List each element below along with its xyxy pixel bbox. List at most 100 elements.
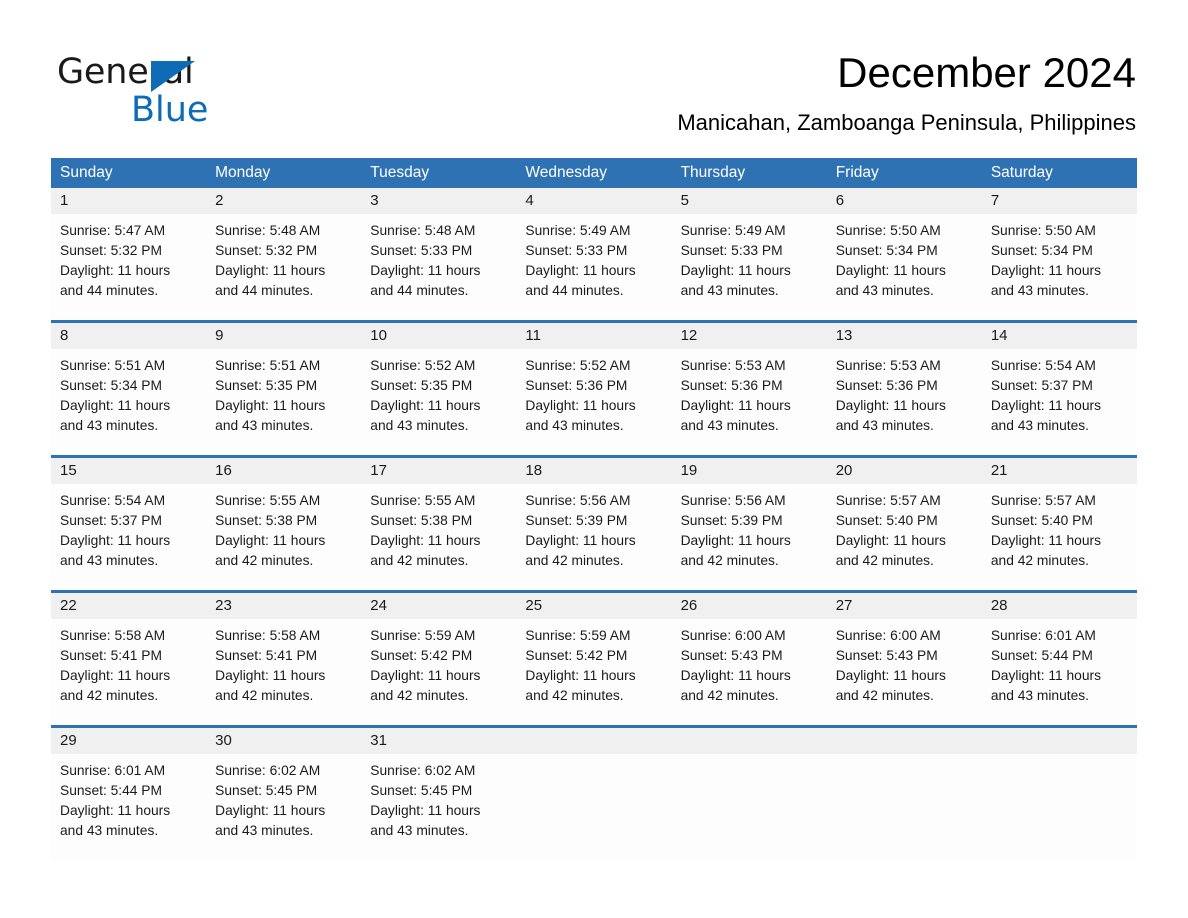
day-cell-31[interactable]: Sunrise: 6:02 AM Sunset: 5:45 PM Daylight:… — [361, 754, 516, 860]
day-cell-11[interactable]: Sunrise: 5:52 AM Sunset: 5:36 PM Daylight:… — [516, 349, 671, 455]
day-cell-24[interactable]: Sunrise: 5:59 AM Sunset: 5:42 PM Daylight:… — [361, 619, 516, 725]
day-cell-14[interactable]: Sunrise: 5:54 AM Sunset: 5:37 PM Daylight:… — [982, 349, 1137, 455]
day-number-2[interactable]: 2 — [206, 188, 361, 214]
title-block: December 2024 Manicahan, Zamboanga Penin… — [677, 48, 1136, 136]
day-cell-6[interactable]: Sunrise: 5:50 AM Sunset: 5:34 PM Daylight:… — [827, 214, 982, 320]
daylight-text-line2: and 42 minutes. — [370, 688, 469, 703]
sunrise-text: Sunrise: 5:57 AM — [835, 493, 941, 508]
day-cell-20[interactable]: Sunrise: 5:57 AM Sunset: 5:40 PM Daylight:… — [827, 484, 982, 590]
day-number-12[interactable]: 12 — [672, 323, 827, 349]
day-number-10[interactable]: 10 — [361, 323, 516, 349]
day-cell-9[interactable]: Sunrise: 5:51 AM Sunset: 5:35 PM Daylight:… — [206, 349, 361, 455]
day-content-band: Sunrise: 5:54 AM Sunset: 5:37 PM Daylight:… — [51, 484, 1137, 590]
day-cell-25[interactable]: Sunrise: 5:59 AM Sunset: 5:42 PM Daylight:… — [516, 619, 671, 725]
day-cell-16[interactable]: Sunrise: 5:55 AM Sunset: 5:38 PM Daylight:… — [206, 484, 361, 590]
day-number-11[interactable]: 11 — [516, 323, 671, 349]
page-subtitle: Manicahan, Zamboanga Peninsula, Philippi… — [677, 110, 1136, 135]
daylight-text-line1: Daylight: 11 hours — [60, 533, 171, 548]
weekday-header-sunday: Sunday — [60, 164, 113, 181]
day-number-24[interactable]: 24 — [361, 593, 516, 619]
day-number-23[interactable]: 23 — [206, 593, 361, 619]
day-cell-29[interactable]: Sunrise: 6:01 AM Sunset: 5:44 PM Daylight:… — [51, 754, 206, 860]
day-cell-19[interactable]: Sunrise: 5:56 AM Sunset: 5:39 PM Daylight:… — [672, 484, 827, 590]
daylight-text-line1: Daylight: 11 hours — [680, 533, 791, 548]
day-number-29[interactable]: 29 — [51, 728, 206, 754]
day-cell-22[interactable]: Sunrise: 5:58 AM Sunset: 5:41 PM Daylight:… — [51, 619, 206, 725]
day-cell-30[interactable]: Sunrise: 6:02 AM Sunset: 5:45 PM Daylight:… — [206, 754, 361, 860]
weekday-header-saturday: Saturday — [990, 164, 1053, 181]
daylight-text-line2: and 43 minutes. — [370, 823, 469, 838]
day-number-16[interactable]: 16 — [206, 458, 361, 484]
page-header: General Blue December 2024 Manicahan, Za… — [0, 0, 1188, 148]
day-number-8[interactable]: 8 — [51, 323, 206, 349]
daylight-text-line2: and 42 minutes. — [60, 688, 159, 703]
sunrise-text: Sunrise: 5:48 AM — [215, 223, 321, 238]
day-cell-8[interactable]: Sunrise: 5:51 AM Sunset: 5:34 PM Daylight:… — [51, 349, 206, 455]
daylight-text-line2: and 42 minutes. — [680, 553, 779, 568]
day-number-5[interactable]: 5 — [672, 188, 827, 214]
day-cell-7[interactable]: Sunrise: 5:50 AM Sunset: 5:34 PM Daylight:… — [982, 214, 1137, 320]
sunrise-text: Sunrise: 5:58 AM — [215, 628, 321, 643]
day-number-21[interactable]: 21 — [982, 458, 1137, 484]
day-number-18[interactable]: 18 — [516, 458, 671, 484]
sunrise-text: Sunrise: 5:47 AM — [60, 223, 166, 238]
day-number-20[interactable]: 20 — [827, 458, 982, 484]
day-cell-10[interactable]: Sunrise: 5:52 AM Sunset: 5:35 PM Daylight:… — [361, 349, 516, 455]
sunrise-text: Sunrise: 5:49 AM — [680, 223, 786, 238]
daylight-text-line1: Daylight: 11 hours — [525, 668, 636, 683]
day-number-empty — [672, 728, 827, 754]
day-number-27[interactable]: 27 — [827, 593, 982, 619]
sunrise-text: Sunrise: 5:51 AM — [60, 358, 166, 373]
day-number-9[interactable]: 9 — [206, 323, 361, 349]
day-cell-18[interactable]: Sunrise: 5:56 AM Sunset: 5:39 PM Daylight:… — [516, 484, 671, 590]
day-number-7[interactable]: 7 — [982, 188, 1137, 214]
day-number-14[interactable]: 14 — [982, 323, 1137, 349]
day-number-band: 8 9 10 11 12 13 14 — [51, 323, 1137, 349]
daylight-text-line2: and 43 minutes. — [60, 418, 159, 433]
day-cell-23[interactable]: Sunrise: 5:58 AM Sunset: 5:41 PM Daylight:… — [206, 619, 361, 725]
day-cell-4[interactable]: Sunrise: 5:49 AM Sunset: 5:33 PM Daylight:… — [516, 214, 671, 320]
day-cell-3[interactable]: Sunrise: 5:48 AM Sunset: 5:33 PM Daylight:… — [361, 214, 516, 320]
sunset-text: Sunset: 5:34 PM — [60, 378, 163, 393]
daylight-text-line2: and 43 minutes. — [215, 418, 314, 433]
daylight-text-line1: Daylight: 11 hours — [835, 533, 946, 548]
sunset-text: Sunset: 5:36 PM — [525, 378, 628, 393]
day-number-25[interactable]: 25 — [516, 593, 671, 619]
calendar-week-row: 1 2 3 4 5 6 7 Sunrise: 5:47 AM Sunset: 5:32 PM Da… — [51, 188, 1137, 320]
day-number-31[interactable]: 31 — [361, 728, 516, 754]
daylight-text-line2: and 43 minutes. — [990, 688, 1090, 703]
sunset-text: Sunset: 5:44 PM — [60, 783, 163, 798]
day-number-empty — [516, 728, 671, 754]
day-number-22[interactable]: 22 — [51, 593, 206, 619]
sunset-text: Sunset: 5:36 PM — [680, 378, 783, 393]
daylight-text-line1: Daylight: 11 hours — [835, 668, 946, 683]
day-number-26[interactable]: 26 — [672, 593, 827, 619]
sunset-text: Sunset: 5:40 PM — [990, 513, 1093, 528]
day-cell-15[interactable]: Sunrise: 5:54 AM Sunset: 5:37 PM Daylight:… — [51, 484, 206, 590]
day-cell-17[interactable]: Sunrise: 5:55 AM Sunset: 5:38 PM Daylight:… — [361, 484, 516, 590]
day-cell-28[interactable]: Sunrise: 6:01 AM Sunset: 5:44 PM Daylight:… — [982, 619, 1137, 725]
day-cell-21[interactable]: Sunrise: 5:57 AM Sunset: 5:40 PM Daylight:… — [982, 484, 1137, 590]
day-number-15[interactable]: 15 — [51, 458, 206, 484]
day-cell-5[interactable]: Sunrise: 5:49 AM Sunset: 5:33 PM Daylight:… — [672, 214, 827, 320]
day-number-3[interactable]: 3 — [361, 188, 516, 214]
sunset-text: Sunset: 5:33 PM — [370, 243, 473, 258]
daylight-text-line2: and 43 minutes. — [990, 283, 1090, 298]
day-number-19[interactable]: 19 — [672, 458, 827, 484]
day-number-4[interactable]: 4 — [516, 188, 671, 214]
sunrise-text: Sunrise: 5:59 AM — [525, 628, 631, 643]
day-cell-13[interactable]: Sunrise: 5:53 AM Sunset: 5:36 PM Daylight:… — [827, 349, 982, 455]
day-number-1[interactable]: 1 — [51, 188, 206, 214]
day-number-30[interactable]: 30 — [206, 728, 361, 754]
day-cell-2[interactable]: Sunrise: 5:48 AM Sunset: 5:32 PM Daylight:… — [206, 214, 361, 320]
day-cell-27[interactable]: Sunrise: 6:00 AM Sunset: 5:43 PM Daylight:… — [827, 619, 982, 725]
day-cell-1[interactable]: Sunrise: 5:47 AM Sunset: 5:32 PM Daylight:… — [51, 214, 206, 320]
day-cell-12[interactable]: Sunrise: 5:53 AM Sunset: 5:36 PM Daylight:… — [672, 349, 827, 455]
day-cell-26[interactable]: Sunrise: 6:00 AM Sunset: 5:43 PM Daylight:… — [672, 619, 827, 725]
day-number-17[interactable]: 17 — [361, 458, 516, 484]
day-number-6[interactable]: 6 — [827, 188, 982, 214]
generalblue-logo[interactable]: General Blue — [57, 52, 357, 132]
day-number-28[interactable]: 28 — [982, 593, 1137, 619]
day-number-13[interactable]: 13 — [827, 323, 982, 349]
sunrise-text: Sunrise: 5:59 AM — [370, 628, 476, 643]
